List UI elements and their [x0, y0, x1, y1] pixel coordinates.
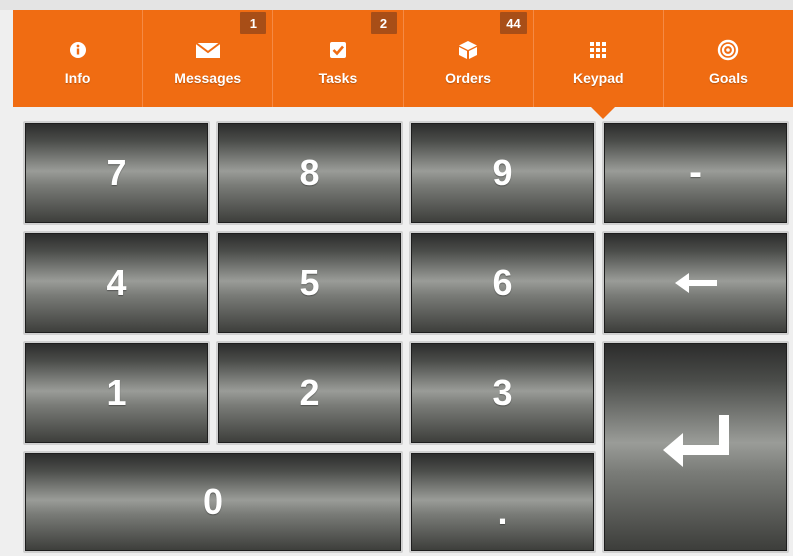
tab-label: Tasks: [318, 70, 358, 86]
grid-icon: [589, 39, 607, 61]
key-6[interactable]: 6: [409, 231, 596, 335]
key-7[interactable]: 7: [23, 121, 210, 225]
checkbox-icon: [328, 39, 348, 61]
target-icon: [717, 39, 739, 61]
tab-goals[interactable]: Goals: [664, 10, 793, 107]
key-5[interactable]: 5: [216, 231, 403, 335]
tab-messages[interactable]: 1 Messages: [143, 10, 274, 107]
tab-label: Messages: [174, 70, 242, 86]
key-9[interactable]: 9: [409, 121, 596, 225]
backspace-button[interactable]: [602, 231, 789, 335]
messages-badge: 1: [240, 12, 267, 34]
active-tab-pointer: [591, 107, 615, 119]
key-3[interactable]: 3: [409, 341, 596, 445]
tab-label: Keypad: [572, 70, 624, 86]
tab-label: Info: [64, 70, 91, 86]
tab-info[interactable]: Info: [13, 10, 144, 107]
tab-keypad[interactable]: Keypad: [534, 10, 664, 107]
tab-label: Goals: [708, 70, 748, 86]
envelope-icon: [195, 39, 221, 61]
key-minus[interactable]: -: [602, 121, 789, 225]
orders-badge: 44: [500, 12, 527, 34]
tab-label: Orders: [445, 70, 492, 86]
key-2[interactable]: 2: [216, 341, 403, 445]
tab-tasks[interactable]: 2 Tasks: [273, 10, 404, 107]
key-0[interactable]: 0: [23, 451, 403, 553]
tab-orders[interactable]: 44 Orders: [404, 10, 534, 107]
left-arrow-icon: [673, 262, 719, 304]
key-1[interactable]: 1: [23, 341, 210, 445]
key-decimal[interactable]: .: [409, 451, 596, 553]
enter-icon: [661, 413, 731, 482]
nav-bar: Info 1 Messages 2 Tasks 44 Orders Keypad: [13, 10, 793, 107]
keypad: 7 8 9 - 4 5 6 1 2 3 0 .: [20, 121, 793, 556]
tasks-badge: 2: [370, 12, 397, 34]
box-icon: [457, 39, 479, 61]
info-icon: [68, 39, 88, 61]
enter-button[interactable]: [602, 341, 789, 553]
key-4[interactable]: 4: [23, 231, 210, 335]
key-8[interactable]: 8: [216, 121, 403, 225]
top-strip: [0, 0, 793, 10]
